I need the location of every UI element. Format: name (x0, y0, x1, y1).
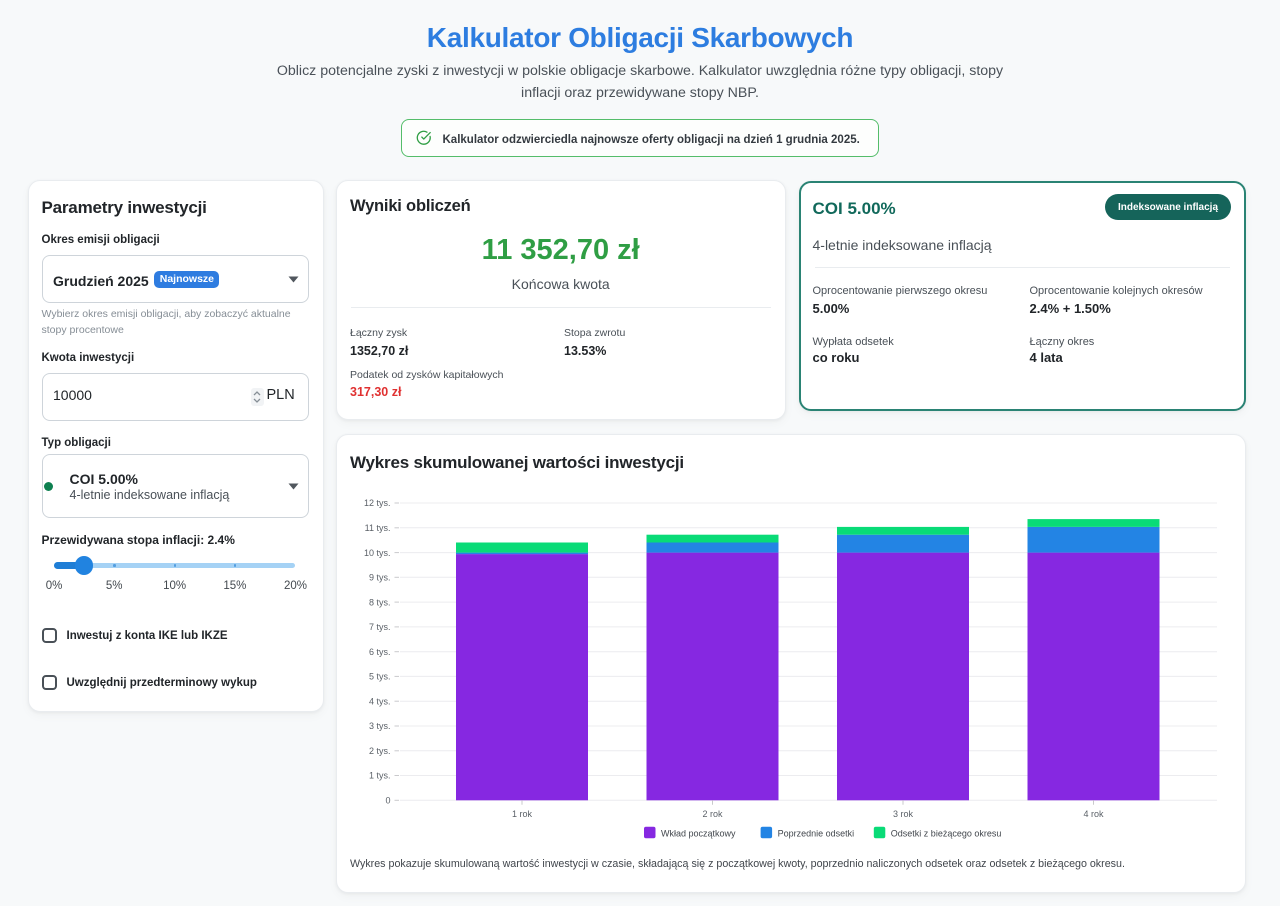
svg-text:Wkład początkowy: Wkład początkowy (661, 828, 736, 838)
svg-text:1 tys.: 1 tys. (369, 771, 391, 781)
svg-text:3 rok: 3 rok (893, 809, 914, 819)
svg-text:11 tys.: 11 tys. (365, 523, 391, 533)
svg-text:3 tys.: 3 tys. (369, 721, 391, 731)
svg-text:5 tys.: 5 tys. (369, 672, 391, 682)
svg-text:12 tys.: 12 tys. (364, 498, 391, 508)
svg-text:2 rok: 2 rok (702, 809, 723, 819)
svg-text:7 tys.: 7 tys. (369, 622, 391, 632)
svg-text:1 rok: 1 rok (512, 809, 533, 819)
svg-text:8 tys.: 8 tys. (369, 597, 391, 607)
svg-text:0: 0 (385, 796, 390, 806)
svg-text:Odsetki z bieżącego okresu: Odsetki z bieżącego okresu (891, 828, 1002, 838)
svg-text:6 tys.: 6 tys. (369, 647, 391, 657)
svg-text:4 tys.: 4 tys. (369, 696, 391, 706)
svg-text:4 rok: 4 rok (1083, 809, 1104, 819)
svg-text:10 tys.: 10 tys. (364, 548, 391, 558)
svg-text:9 tys.: 9 tys. (369, 573, 391, 583)
svg-text:Poprzednie odsetki: Poprzednie odsetki (778, 828, 855, 838)
svg-text:2 tys.: 2 tys. (369, 746, 391, 756)
